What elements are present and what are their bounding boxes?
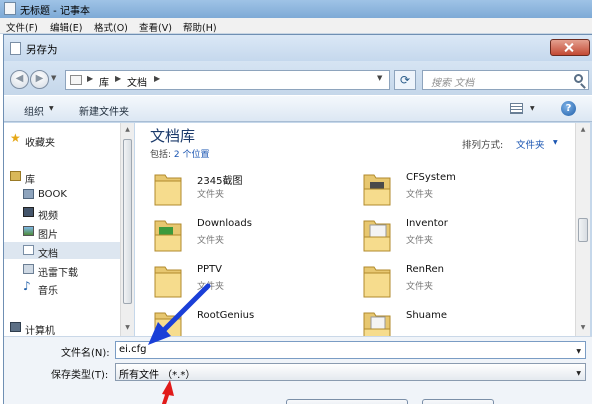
annotation-arrows xyxy=(148,283,211,404)
blue-arrow-icon xyxy=(148,283,211,345)
red-arrow-icon xyxy=(162,380,174,404)
